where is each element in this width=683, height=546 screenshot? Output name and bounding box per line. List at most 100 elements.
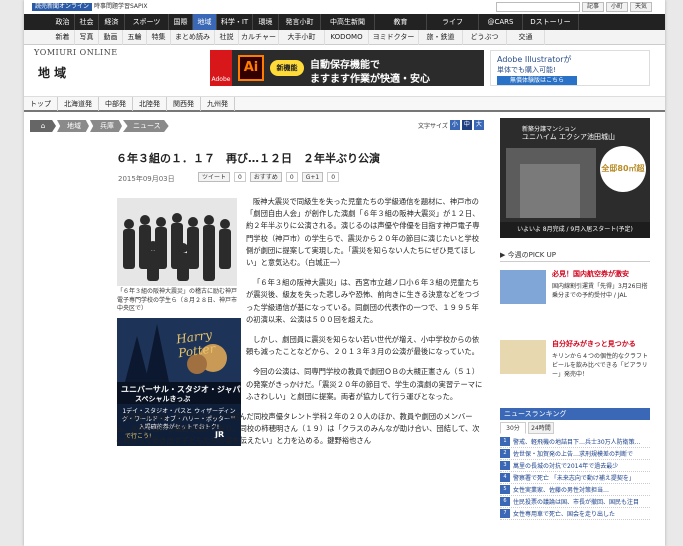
nav-item[interactable]: ライフ — [427, 14, 479, 30]
hatena-button[interactable]: おすすめ — [249, 172, 282, 182]
subnav-item[interactable]: KODOMO — [325, 30, 369, 45]
promo-text[interactable]: 時事問題学習SAPIX — [94, 3, 148, 11]
subnav-item[interactable]: まとめ読み — [171, 30, 215, 45]
nav-item[interactable]: 国際 — [169, 14, 193, 30]
article-date: 2015年09月03日 — [118, 175, 175, 183]
subnav-item[interactable]: 旅・鉄道 — [419, 30, 463, 45]
banner-line-2: ますます作業が快適・安心 — [310, 74, 430, 85]
site-logo[interactable]: YOMIURI ONLINE — [34, 48, 118, 57]
main-nav: 政治 社会 経済 スポーツ 国際 地域 科学・IT 環境 発言小町 中高生新聞 教育 ライフ @CARS… — [24, 14, 665, 30]
ranking-text[interactable]: 萬里の長城の対抗で2014年で過去最少 — [513, 461, 618, 470]
ranking-number: 2 — [500, 449, 510, 458]
subnav-item[interactable]: 特集 — [147, 30, 171, 45]
ranking-row[interactable]: 6 住民投票の議論は国、市長が撤回、国民も注目 — [500, 496, 650, 508]
promo-link[interactable]: 読売新聞オンライン — [32, 3, 93, 11]
tweet-count: 0 — [234, 172, 246, 182]
pickup-item[interactable]: 自分好みがきっと見つかる キリンから４つの個性的なクラフトビールを飲み比べできる… — [500, 336, 650, 380]
group-photo-image — [117, 198, 237, 286]
ranking-text[interactable]: 佐世保・加賀発の上告…求刑規模差の判断で — [513, 449, 633, 458]
subnav-item[interactable]: 交通 — [507, 30, 545, 45]
subnav-item[interactable]: 大手小町 — [279, 30, 325, 45]
ranking-row[interactable]: 7 女性専用車で死亡、国会を走り出した — [500, 508, 650, 520]
ranking-text[interactable]: 警戒、軽飛機の地詰目下…兵士30万人防衛策… — [513, 437, 641, 446]
nav-item[interactable]: @CARS — [479, 14, 523, 30]
ranking-row[interactable]: 2 佐世保・加賀発の上告…求刑規模差の判断で — [500, 448, 650, 460]
adobe-side-ad[interactable]: Adobe Illustratorが 単体でも購入可能! 無償体験版はこちら — [490, 50, 650, 86]
search-input[interactable] — [496, 2, 580, 12]
nav-item[interactable]: 発言小町 — [279, 14, 321, 30]
region-tab[interactable]: 関西発 — [167, 97, 201, 111]
breadcrumb-item[interactable]: 地域 — [57, 120, 89, 132]
ranking-row[interactable]: 1 警戒、軽飛機の地詰目下…兵士30万人防衛策… — [500, 436, 650, 448]
subnav-item[interactable]: 社説 — [215, 30, 239, 45]
subnav-item[interactable]: どうぶつ — [463, 30, 507, 45]
subnav-item[interactable]: カルチャー — [239, 30, 279, 45]
subnav-item[interactable]: 五輪 — [123, 30, 147, 45]
subnav-item[interactable]: 写真 — [75, 30, 99, 45]
nav-item[interactable]: 社会 — [75, 14, 99, 30]
nav-item[interactable]: 中高生新聞 — [321, 14, 375, 30]
ranking-text[interactable]: 警察署で死亡 「未来志向で動け補え提契を」 — [513, 473, 635, 482]
article-headline: ６年３組の１．１７ 再び…１２日 ２年半ぶり公演 — [116, 152, 380, 165]
font-size-large-button[interactable]: 大 — [473, 120, 484, 130]
pickup-item[interactable]: 必見！国内航空券が激安 国内線割引運賃「先得」3月26日搭乗分までの予約受付中 … — [500, 266, 650, 310]
font-size-small-button[interactable]: 小 — [449, 120, 460, 130]
pickup-title[interactable]: 必見！国内航空券が激安 — [552, 270, 650, 279]
breadcrumb-item: ニュース — [123, 120, 169, 132]
tweet-button[interactable]: ツイート — [198, 172, 231, 182]
breadcrumb-item[interactable]: 兵庫 — [90, 120, 122, 132]
condo-ad[interactable]: 新築分譲マンション ユニハイム エクシア池田城山 全邸80㎡超 いよいよ 8月完… — [500, 118, 650, 238]
nav-item[interactable]: 経済 — [99, 14, 125, 30]
article-photo[interactable] — [117, 198, 237, 286]
free-trial-button[interactable]: 無償体験版はこちら — [497, 76, 577, 85]
ranking-row[interactable]: 4 警察署で死亡 「未来志向で動け補え提契を」 — [500, 472, 650, 484]
font-size-control: 文字サイズ 小 中 大 — [418, 120, 484, 130]
subnav-item[interactable]: ヨミドクター — [369, 30, 419, 45]
region-tab[interactable]: 九州発 — [201, 97, 235, 111]
ranking-heading: ニュースランキング — [500, 408, 650, 420]
ranking-tab-30min[interactable]: 30分 — [500, 422, 526, 434]
region-tab[interactable]: トップ — [24, 97, 58, 111]
region-tabs: トップ 北海道発 中部発 北陸発 関西発 九州発 — [24, 96, 665, 112]
article-paragraph: 阪神大震災で同級生を失った児童たちの学級通信を題材に、神戸市の「劇団自由人会」が… — [246, 197, 480, 268]
pickup-subtitle: キリンから４つの個性的なクラフトビールを飲み比べできる「ビアラリー」発売中！ — [552, 353, 649, 378]
subnav-item[interactable]: 動画 — [99, 30, 123, 45]
adobe-banner-ad[interactable]: Adobe Ai 新機能 自動保存機能で ますます作業が快適・安心 — [210, 50, 484, 86]
pickup-title[interactable]: 自分好みがきっと見つかる — [552, 340, 650, 349]
search-button[interactable]: 記事 — [582, 2, 604, 12]
home-icon[interactable]: ⌂ — [30, 120, 56, 132]
nav-item[interactable]: 教育 — [375, 14, 427, 30]
new-feature-badge: 新機能 — [270, 60, 304, 76]
article-paragraph: 「６年３組の阪神大震災」は、西宮市立越ノ口小６年３組の児童たちが震災後、級友を失… — [246, 278, 480, 324]
condo-ad-name: ユニハイム エクシア池田城山 — [522, 133, 615, 141]
ranking-number: 5 — [500, 485, 510, 494]
subnav-item[interactable]: 新着 — [24, 30, 75, 45]
region-tab[interactable]: 中部発 — [99, 97, 133, 111]
nav-item[interactable]: スポーツ — [125, 14, 169, 30]
hatena-count: 0 — [285, 172, 298, 182]
komachi-button[interactable]: 小町 — [606, 2, 628, 12]
region-tab[interactable]: 北海道発 — [58, 97, 99, 111]
google-plus-button[interactable]: G+1 — [301, 172, 324, 182]
nav-item[interactable]: 政治 — [24, 14, 75, 30]
condo-ad-badge: 全邸80㎡超 — [600, 146, 646, 192]
nav-item[interactable]: 地域 — [193, 14, 217, 30]
nav-item[interactable]: 環境 — [253, 14, 279, 30]
beer-thumbnail — [500, 340, 546, 374]
ranking-tab-24h[interactable]: 24時間 — [528, 422, 554, 434]
ranking-list: 1 警戒、軽飛機の地詰目下…兵士30万人防衛策… 2 佐世保・加賀発の上告…求刑規模差… — [500, 436, 650, 520]
ranking-text[interactable]: 住民投票の議論は国、市長が撤回、国民も注目 — [513, 497, 639, 506]
usj-ad-subtitle: スペシャルきっぷ — [135, 395, 191, 403]
ranking-row[interactable]: 5 女性実業家、佐藤の男性対策担当… — [500, 484, 650, 496]
article-paragraph: しかし、劇団員に震災を知らない若い世代が増え、小中学校からの依頼も減ったことなど… — [246, 335, 480, 357]
ranking-text[interactable]: 女性実業家、佐藤の男性対策担当… — [513, 485, 609, 494]
nav-item[interactable]: Dストーリー — [523, 14, 579, 30]
weather-button[interactable]: 天気 — [630, 2, 652, 12]
nav-item[interactable]: 科学・IT — [217, 14, 253, 30]
adobe-logo-icon: Adobe — [210, 50, 232, 86]
region-tab[interactable]: 北陸発 — [133, 97, 167, 111]
share-bar: ツイート 0 おすすめ 0 G+1 0 — [198, 172, 340, 182]
ranking-row[interactable]: 3 萬里の長城の対抗で2014年で過去最少 — [500, 460, 650, 472]
font-size-medium-button[interactable]: 中 — [461, 120, 472, 130]
ranking-text[interactable]: 女性専用車で死亡、国会を走り出した — [513, 509, 615, 518]
